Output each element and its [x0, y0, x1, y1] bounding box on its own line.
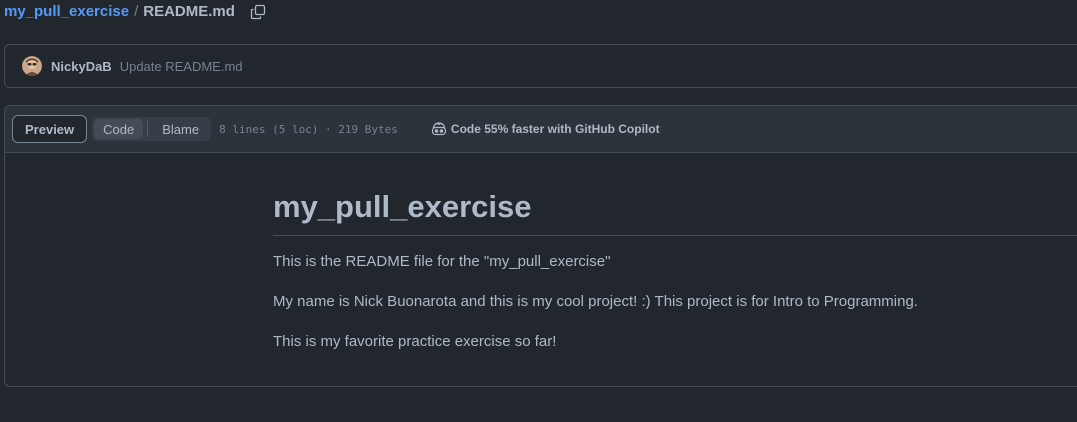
readme-content: my_pull_exercise This is the README file… — [273, 188, 1077, 354]
page: my_pull_exercise / README.md NickyDaB Up… — [0, 0, 1077, 422]
blame-tab[interactable]: Blame — [152, 119, 209, 139]
file-viewer: Preview Code Blame 8 lines (5 loc) · 219… — [4, 105, 1077, 387]
breadcrumb-separator: / — [134, 3, 139, 20]
segment-divider — [147, 121, 149, 137]
readme-paragraph: My name is Nick Buonarota and this is my… — [273, 293, 918, 311]
readme-paragraph: This is the README file for the "my_pull… — [273, 253, 611, 271]
view-mode-toggle: Code Blame — [92, 117, 212, 141]
breadcrumb-repo-link[interactable]: my_pull_exercise — [4, 3, 129, 20]
commit-message-link[interactable]: Update README.md — [120, 59, 243, 74]
preview-button[interactable]: Preview — [12, 115, 88, 143]
copy-path-icon[interactable] — [250, 4, 266, 20]
code-tab[interactable]: Code — [94, 119, 144, 139]
readme-heading: my_pull_exercise — [273, 188, 1077, 237]
readme-paragraph: This is my favorite practice exercise so… — [273, 333, 557, 351]
file-stats: 8 lines (5 loc) · 219 Bytes — [219, 122, 398, 136]
copilot-promo-link[interactable]: Code 55% faster with GitHub Copilot — [431, 121, 660, 137]
file-header: Preview Code Blame 8 lines (5 loc) · 219… — [5, 106, 1077, 153]
breadcrumb-file-name: README.md — [143, 3, 235, 20]
copilot-icon — [431, 121, 447, 137]
avatar[interactable] — [22, 56, 42, 76]
commit-author-link[interactable]: NickyDaB — [51, 59, 112, 74]
latest-commit-bar: NickyDaB Update README.md — [4, 44, 1077, 88]
copilot-promo-text: Code 55% faster with GitHub Copilot — [450, 122, 660, 136]
breadcrumb: my_pull_exercise / README.md — [4, 3, 266, 20]
